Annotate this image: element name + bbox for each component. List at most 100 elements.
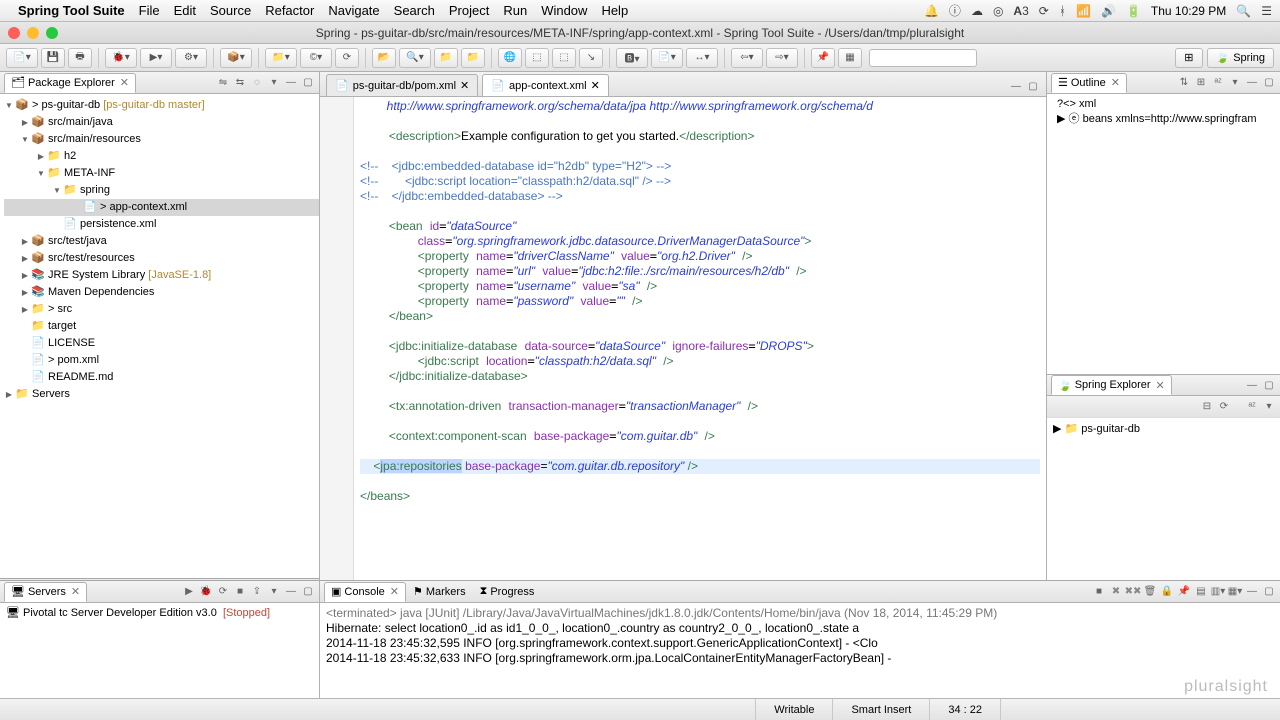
info-icon[interactable]: ⓘ [949, 2, 961, 19]
link-editor-icon[interactable]: ⇆ [233, 76, 247, 90]
close-icon[interactable]: ✕ [1111, 76, 1120, 89]
az-icon[interactable]: ᵃᶻ [1211, 76, 1225, 90]
package-explorer-tree[interactable]: ▼📦> ps-guitar-db [ps-guitar-db master] ▶… [0, 94, 319, 578]
menu-help[interactable]: Help [601, 3, 628, 18]
new-button[interactable]: 📄▾ [6, 48, 38, 68]
view-menu-icon[interactable]: ▾ [1262, 400, 1276, 414]
tree-spring[interactable]: spring [80, 182, 110, 199]
traffic-minimize-icon[interactable] [27, 27, 39, 39]
bluetooth-icon[interactable]: ᚼ [1059, 4, 1066, 18]
focus-icon[interactable]: ◌ [250, 76, 264, 90]
save-button[interactable]: 💾 [41, 48, 65, 68]
tree-metainf[interactable]: META-INF [64, 165, 115, 182]
back-button[interactable]: ⇦▾ [731, 48, 763, 68]
new-class-button[interactable]: ©▾ [300, 48, 332, 68]
maximize-icon[interactable]: ▢ [301, 585, 315, 599]
volume-icon[interactable]: 🔊 [1101, 4, 1116, 18]
notification-icon[interactable]: 🔔 [924, 4, 939, 18]
xml-button[interactable]: 📄▾ [651, 48, 683, 68]
step-button[interactable]: ↘ [579, 48, 603, 68]
pin-button[interactable]: 📌 [811, 48, 835, 68]
tree-pom[interactable]: > pom.xml [48, 352, 99, 369]
servers-tab[interactable]: 🖥Servers✕ [4, 582, 87, 602]
refresh-icon[interactable]: ⟳ [1217, 400, 1231, 414]
spring-perspective-button[interactable]: 🍃 Spring [1207, 48, 1275, 68]
search-button[interactable]: 🔍▾ [399, 48, 431, 68]
tree-appcontext[interactable]: > app-context.xml [100, 199, 187, 216]
filter-icon[interactable]: ⊞ [1194, 76, 1208, 90]
servers-body[interactable]: 🖥 Pivotal tc Server Developer Edition v3… [0, 603, 319, 698]
spotlight-icon[interactable]: 🔍 [1236, 4, 1251, 18]
sort-icon[interactable]: ⇅ [1177, 76, 1191, 90]
minimize-icon[interactable]: — [1245, 585, 1259, 599]
tree-target[interactable]: target [48, 318, 76, 335]
maximize-icon[interactable]: ▢ [1262, 378, 1276, 392]
outline-xml[interactable]: xml [1079, 98, 1096, 110]
menu-search[interactable]: Search [394, 3, 435, 18]
scroll-lock-icon[interactable]: 🔒 [1160, 585, 1174, 599]
tree-srcmainjava[interactable]: src/main/java [48, 114, 113, 131]
outline-body[interactable]: ?<> xml ▶ ⓔ beans xmlns=http://www.sprin… [1047, 94, 1280, 374]
collapse-all-icon[interactable]: ⇋ [216, 76, 230, 90]
task-button[interactable]: 📁 [434, 48, 458, 68]
new-project-button[interactable]: 📦▾ [220, 48, 252, 68]
minimize-icon[interactable]: — [1245, 76, 1259, 90]
tree-srcmainres[interactable]: src/main/resources [48, 131, 141, 148]
close-icon[interactable]: ✕ [120, 76, 129, 89]
close-icon[interactable]: ✕ [71, 585, 80, 598]
sort-icon[interactable]: ᵃᶻ [1245, 400, 1259, 414]
save-all-button[interactable]: 🖶 [68, 48, 92, 68]
stop-icon[interactable]: ■ [233, 585, 247, 599]
maximize-icon[interactable]: ▢ [301, 76, 315, 90]
console-body[interactable]: <terminated> java [JUnit] /Library/Java/… [320, 603, 1280, 698]
tree-license[interactable]: LICENSE [48, 335, 95, 352]
minimize-icon[interactable]: — [284, 585, 298, 599]
menu-edit[interactable]: Edit [174, 3, 196, 18]
bean-button[interactable]: 🅱▾ [616, 48, 648, 68]
markers-tab[interactable]: ⚑Markers [406, 582, 473, 602]
start-icon[interactable]: ▶ [182, 585, 196, 599]
close-icon[interactable]: ✕ [591, 79, 600, 92]
spring-explorer-tab[interactable]: 🍃Spring Explorer✕ [1051, 375, 1172, 395]
grid-button[interactable]: ▦ [838, 48, 862, 68]
outline-tab[interactable]: ☰Outline✕ [1051, 73, 1127, 93]
server-item[interactable]: Pivotal tc Server Developer Edition v3.0 [23, 607, 217, 619]
menubar-clock[interactable]: Thu 10:29 PM [1151, 4, 1226, 18]
terminate-icon[interactable]: ■ [1092, 585, 1106, 599]
wifi-icon[interactable]: 📶 [1076, 4, 1091, 18]
menu-refactor[interactable]: Refactor [265, 3, 314, 18]
view-menu-icon[interactable]: ▾ [1228, 76, 1242, 90]
menu-navigate[interactable]: Navigate [328, 3, 379, 18]
menu-source[interactable]: Source [210, 3, 251, 18]
maximize-icon[interactable]: ▢ [1262, 585, 1276, 599]
open-type-button[interactable]: 📂 [372, 48, 396, 68]
spring-explorer-item[interactable]: ps-guitar-db [1081, 423, 1140, 435]
minimize-icon[interactable]: — [1009, 79, 1023, 93]
menu-project[interactable]: Project [449, 3, 489, 18]
new-console-icon[interactable]: ▦▾ [1228, 585, 1242, 599]
adobe-icon[interactable]: A3 [1013, 4, 1028, 18]
open-perspective-button[interactable]: ⊞ [1175, 48, 1202, 68]
remove-icon[interactable]: ✖ [1109, 585, 1123, 599]
close-icon[interactable]: ✕ [460, 79, 469, 92]
cloud-icon[interactable]: ☁ [971, 4, 983, 18]
tree-jre[interactable]: JRE System Library [48, 269, 145, 281]
relaunch-button[interactable]: ⬚ [525, 48, 549, 68]
refresh-button[interactable]: ⟳ [335, 48, 359, 68]
publish-icon[interactable]: ⇪ [250, 585, 264, 599]
editor-tab-pom[interactable]: 📄ps-guitar-db/pom.xml✕ [326, 74, 478, 96]
cc-icon[interactable]: ◎ [993, 4, 1003, 18]
maximize-icon[interactable]: ▢ [1262, 76, 1276, 90]
close-icon[interactable]: ✕ [1156, 379, 1165, 392]
web-button[interactable]: 🌐 [498, 48, 522, 68]
nav-button[interactable]: ↔▾ [686, 48, 718, 68]
tree-srctestres[interactable]: src/test/resources [48, 250, 135, 267]
tree-h2[interactable]: h2 [64, 148, 76, 165]
minimize-icon[interactable]: — [1245, 378, 1259, 392]
view-menu-icon[interactable]: ▾ [267, 585, 281, 599]
toolbar-search-input[interactable] [869, 49, 977, 67]
new-package-button[interactable]: 📁▾ [265, 48, 297, 68]
clear-icon[interactable]: 🗑 [1143, 585, 1157, 599]
outline-beans[interactable]: beans xmlns=http://www.springfram [1083, 113, 1257, 125]
progress-tab[interactable]: ⧗Progress [473, 582, 542, 602]
